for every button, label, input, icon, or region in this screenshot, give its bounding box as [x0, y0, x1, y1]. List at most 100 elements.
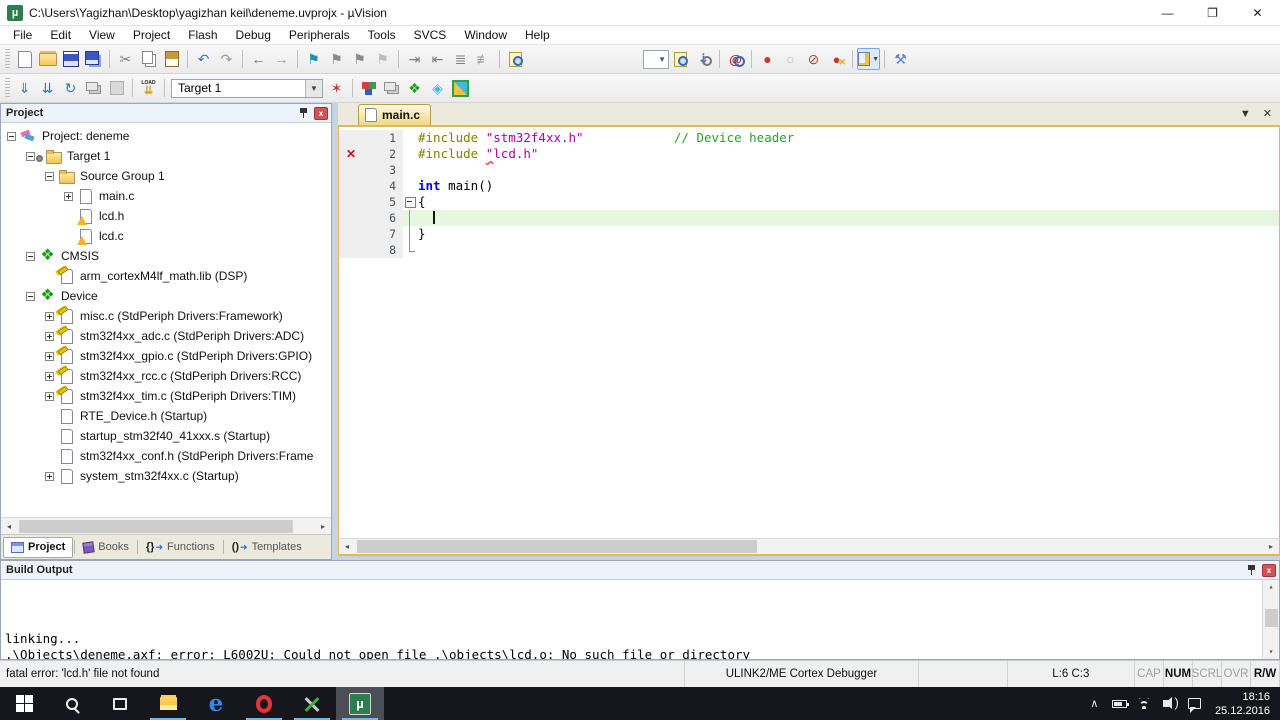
expander-icon[interactable] [45, 472, 54, 481]
panel-tab-books[interactable]: Books [76, 537, 136, 558]
find-in-files-icon[interactable] [504, 48, 527, 70]
breakpoint-disable-all-icon[interactable]: ⊘ [802, 48, 825, 70]
redo-icon[interactable]: ↷ [215, 48, 238, 70]
batch-build-icon[interactable] [82, 77, 105, 99]
code-text[interactable]: } [418, 226, 1279, 242]
pin-icon[interactable] [298, 107, 310, 119]
code-line-6[interactable]: 6 [339, 210, 1279, 226]
expander-icon[interactable] [64, 192, 73, 201]
code-text[interactable] [418, 162, 1279, 178]
cut-icon[interactable]: ✂ [114, 48, 137, 70]
build-icon[interactable]: ⇊ [36, 77, 59, 99]
breakpoint-kill-all-icon[interactable] [825, 48, 848, 70]
tree-item[interactable]: Project: deneme [1, 126, 331, 146]
menu-tools[interactable]: Tools [359, 27, 405, 43]
code-text[interactable]: int main() [418, 178, 1279, 194]
build-output-log[interactable]: linking....\Objects\deneme.axf: error: L… [1, 580, 1279, 659]
menu-project[interactable]: Project [124, 27, 179, 43]
breakpoint-disable-icon[interactable]: ○ [779, 48, 802, 70]
expander-icon[interactable] [26, 292, 35, 301]
tray-chevron-up-icon[interactable]: ∧ [1082, 687, 1107, 720]
search-combo[interactable]: ▼ [643, 50, 669, 69]
configuration-wrench-icon[interactable]: ⚒ [889, 48, 912, 70]
scroll-thumb[interactable] [357, 540, 757, 553]
indent-right-icon[interactable]: ⇥ [403, 48, 426, 70]
expander-icon[interactable] [7, 132, 16, 141]
code-text[interactable] [418, 242, 1279, 258]
menu-debug[interactable]: Debug [227, 27, 280, 43]
edge-browser[interactable]: e [192, 687, 240, 720]
project-hscrollbar[interactable]: ◂ ▸ [1, 517, 331, 534]
panel-close-icon[interactable]: x [314, 107, 328, 120]
tree-item[interactable]: lcd.h [1, 206, 331, 226]
task-view-button[interactable] [96, 687, 144, 720]
panel-tab-templates[interactable]: ()➜Templates [225, 537, 309, 558]
taskbar-clock[interactable]: 18:16 25.12.2016 [1207, 690, 1280, 718]
code-line-8[interactable]: 8 [339, 242, 1279, 258]
tree-item[interactable]: main.c [1, 186, 331, 206]
menu-help[interactable]: Help [516, 27, 559, 43]
close-button[interactable]: ✕ [1235, 0, 1280, 25]
panel-close-icon[interactable]: x [1262, 564, 1276, 577]
code-editor[interactable]: 1#include "stm32f4xx.h" // Device header… [338, 127, 1280, 538]
menu-view[interactable]: View [80, 27, 124, 43]
tree-item[interactable]: arm_cortexM4lf_math.lib (DSP) [1, 266, 331, 286]
tree-item[interactable]: startup_stm32f40_41xxx.s (Startup) [1, 426, 331, 446]
translate-file-icon[interactable]: ⇓ [13, 77, 36, 99]
opera-browser[interactable] [240, 687, 288, 720]
code-line-7[interactable]: 7} [339, 226, 1279, 242]
maximize-button[interactable]: ❐ [1190, 0, 1235, 25]
navigate-back-icon[interactable]: ← [247, 48, 270, 70]
code-text[interactable]: #include "stm32f4xx.h" // Device header [418, 130, 1279, 146]
incremental-find-icon[interactable] [692, 48, 715, 70]
navigate-forward-icon[interactable]: → [270, 48, 293, 70]
tree-item[interactable]: RTE_Device.h (Startup) [1, 406, 331, 426]
tree-item[interactable]: misc.c (StdPeriph Drivers:Framework) [1, 306, 331, 326]
fold-margin[interactable] [403, 194, 418, 210]
scroll-thumb[interactable] [1265, 609, 1278, 627]
tray-volume-icon[interactable] [1157, 687, 1182, 720]
rebuild-all-icon[interactable]: ↻ [59, 77, 82, 99]
chevron-down-icon[interactable]: ▼ [305, 80, 322, 97]
tree-item[interactable]: stm32f4xx_adc.c (StdPeriph Drivers:ADC) [1, 326, 331, 346]
open-file-icon[interactable] [36, 48, 59, 70]
undo-icon[interactable]: ↶ [192, 48, 215, 70]
menu-flash[interactable]: Flash [179, 27, 226, 43]
tree-item[interactable]: stm32f4xx_rcc.c (StdPeriph Drivers:RCC) [1, 366, 331, 386]
code-line-2[interactable]: ✕2#include "lcd.h" [339, 146, 1279, 162]
download-load-icon[interactable] [137, 77, 160, 99]
scroll-left-icon[interactable]: ◂ [339, 539, 355, 554]
scroll-left-icon[interactable]: ◂ [1, 519, 17, 534]
dropdown-arrow-icon[interactable]: ▼ [872, 56, 879, 63]
menu-window[interactable]: Window [455, 27, 516, 43]
scroll-thumb[interactable] [19, 520, 293, 533]
panel-tab-functions[interactable]: {}➜Functions [139, 537, 222, 558]
minimize-button[interactable]: — [1145, 0, 1190, 25]
tab-close-icon[interactable]: ✕ [1263, 107, 1272, 120]
bookmark-toggle-icon[interactable]: ⚑ [302, 48, 325, 70]
start-button[interactable] [0, 687, 48, 720]
bookmark-previous-icon[interactable]: ⚑ [325, 48, 348, 70]
build-vscrollbar[interactable]: ▴ ▾ [1262, 580, 1279, 659]
tree-item[interactable]: Source Group 1 [1, 166, 331, 186]
menu-edit[interactable]: Edit [41, 27, 80, 43]
target-select[interactable]: Target 1▼ [171, 79, 323, 98]
tree-item[interactable]: stm32f4xx_gpio.c (StdPeriph Drivers:GPIO… [1, 346, 331, 366]
expander-icon[interactable] [45, 312, 54, 321]
editor-hscrollbar[interactable]: ◂ ▸ [338, 538, 1280, 556]
scroll-up-icon[interactable]: ▴ [1264, 580, 1279, 594]
file-explorer[interactable] [144, 687, 192, 720]
copy-icon[interactable] [137, 48, 160, 70]
manage-project-items-icon[interactable] [357, 77, 380, 99]
tree-item[interactable]: Device [1, 286, 331, 306]
bookmark-next-icon[interactable]: ⚑ [348, 48, 371, 70]
tab-list-dropdown-icon[interactable]: ▼ [1240, 108, 1251, 120]
tab-main-c[interactable]: main.c [358, 104, 431, 125]
expander-icon[interactable] [26, 252, 35, 261]
comment-selection-icon[interactable]: ≣ [449, 48, 472, 70]
manage-run-time-environment-icon[interactable]: ❖ [403, 77, 426, 99]
panel-tab-project[interactable]: Project [3, 537, 73, 558]
file-extensions-icon[interactable] [380, 77, 403, 99]
search-button[interactable] [48, 687, 96, 720]
scroll-track[interactable] [355, 539, 1263, 554]
